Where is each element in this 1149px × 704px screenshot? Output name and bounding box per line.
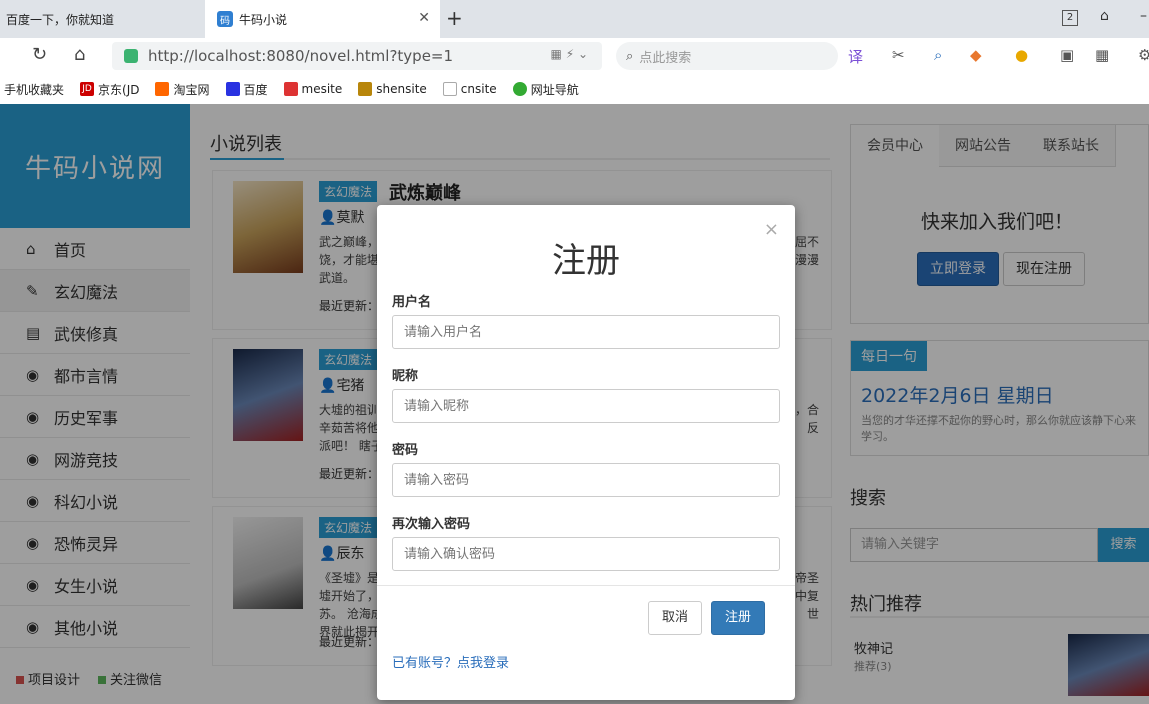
security-shield-icon [124, 49, 138, 63]
bookmark-shensite[interactable]: shensite [358, 82, 427, 96]
bookmark-cnsite[interactable]: cnsite [442, 82, 497, 96]
bookmark-label: mesite [301, 82, 343, 96]
tab-label: 百度一下，你就知道 [6, 12, 115, 27]
browser-tab-active[interactable]: 码 牛码小说 ✕ [205, 0, 440, 38]
minimize-icon[interactable]: – [1140, 8, 1147, 24]
tab-label: 牛码小说 [239, 12, 288, 27]
bookmark-taobao[interactable]: 淘宝网 [155, 81, 210, 98]
bookmarks-bar: 手机收藏夹 JD 京东(JD 淘宝网 百度 mesite shensite cns… [0, 74, 1149, 104]
mesite-icon [283, 82, 298, 96]
browser-search-box[interactable]: ⌕ 点此搜索 [616, 42, 838, 70]
shensite-icon [358, 82, 373, 96]
bookmark-mobile[interactable]: 手机收藏夹 [4, 81, 64, 98]
search-icon: ⌕ [626, 48, 634, 64]
bookmark-label: 淘宝网 [173, 82, 210, 97]
modal-divider [377, 585, 795, 586]
scissors-icon[interactable]: ✂ [892, 46, 905, 64]
new-tab-icon[interactable]: + [446, 6, 463, 30]
browser-tab-baidu[interactable]: 百度一下，你就知道 [0, 0, 205, 38]
home-icon[interactable]: ⌂ [74, 44, 85, 65]
settings-icon[interactable]: ⚙ [1138, 46, 1149, 64]
bookmark-label: 京东(JD [98, 82, 140, 97]
nickname-label: 昵称 [392, 369, 419, 384]
apps-grid-icon[interactable]: ▦ [1095, 46, 1109, 64]
jd-icon: JD [80, 82, 95, 96]
url-text: http://localhost:8080/novel.html?type=1 [148, 47, 454, 65]
navigation-icon [512, 82, 527, 96]
site-favicon-icon: 码 [217, 11, 233, 27]
url-actions-icon[interactable]: ▦ ⚡ ⌄ [551, 47, 588, 61]
password-label: 密码 [392, 443, 419, 458]
translate-icon[interactable]: 译 [848, 46, 863, 67]
login-link[interactable]: 已有账号？点我登录 [392, 652, 509, 671]
game-icon[interactable]: ◆ [970, 46, 982, 64]
bookmark-nav[interactable]: 网址导航 [512, 81, 579, 98]
baidu-paw-icon [225, 82, 240, 96]
password-input[interactable] [392, 463, 780, 497]
bookmark-label: shensite [376, 82, 427, 96]
page-icon [442, 82, 457, 96]
tab-count-badge[interactable]: 2 [1062, 10, 1078, 26]
address-bar[interactable]: http://localhost:8080/novel.html?type=1 … [112, 42, 602, 70]
bookmark-mesite[interactable]: mesite [283, 82, 343, 96]
username-label: 用户名 [392, 295, 432, 310]
confirm-password-input[interactable] [392, 537, 780, 571]
register-submit-button[interactable]: 注册 [711, 601, 765, 635]
taobao-icon [155, 82, 170, 96]
bookmark-baidu[interactable]: 百度 [225, 81, 268, 98]
cancel-button[interactable]: 取消 [648, 601, 702, 635]
search-placeholder: 点此搜索 [639, 50, 692, 66]
bookmark-label: 百度 [243, 82, 268, 97]
nickname-input[interactable] [392, 389, 780, 423]
bookmark-jd[interactable]: JD 京东(JD [80, 81, 139, 98]
magnifier-icon[interactable]: ⌕ [934, 46, 942, 64]
register-modal: × 注册 用户名 昵称 密码 再次输入密码 取消 注册 已有账号？点我登录 [377, 205, 795, 700]
coin-icon[interactable]: ● [1015, 46, 1028, 64]
username-input[interactable] [392, 315, 780, 349]
confirm-password-label: 再次输入密码 [392, 517, 471, 532]
modal-title: 注册 [552, 241, 620, 281]
bookmark-label: 手机收藏夹 [4, 82, 65, 97]
reload-icon[interactable]: ↻ [32, 44, 47, 65]
skin-icon[interactable]: ⌂ [1100, 8, 1109, 24]
close-tab-icon[interactable]: ✕ [418, 10, 430, 26]
bookmark-label: 网址导航 [530, 82, 579, 97]
reader-icon[interactable]: ▣ [1060, 46, 1074, 64]
bookmark-label: cnsite [460, 82, 497, 96]
